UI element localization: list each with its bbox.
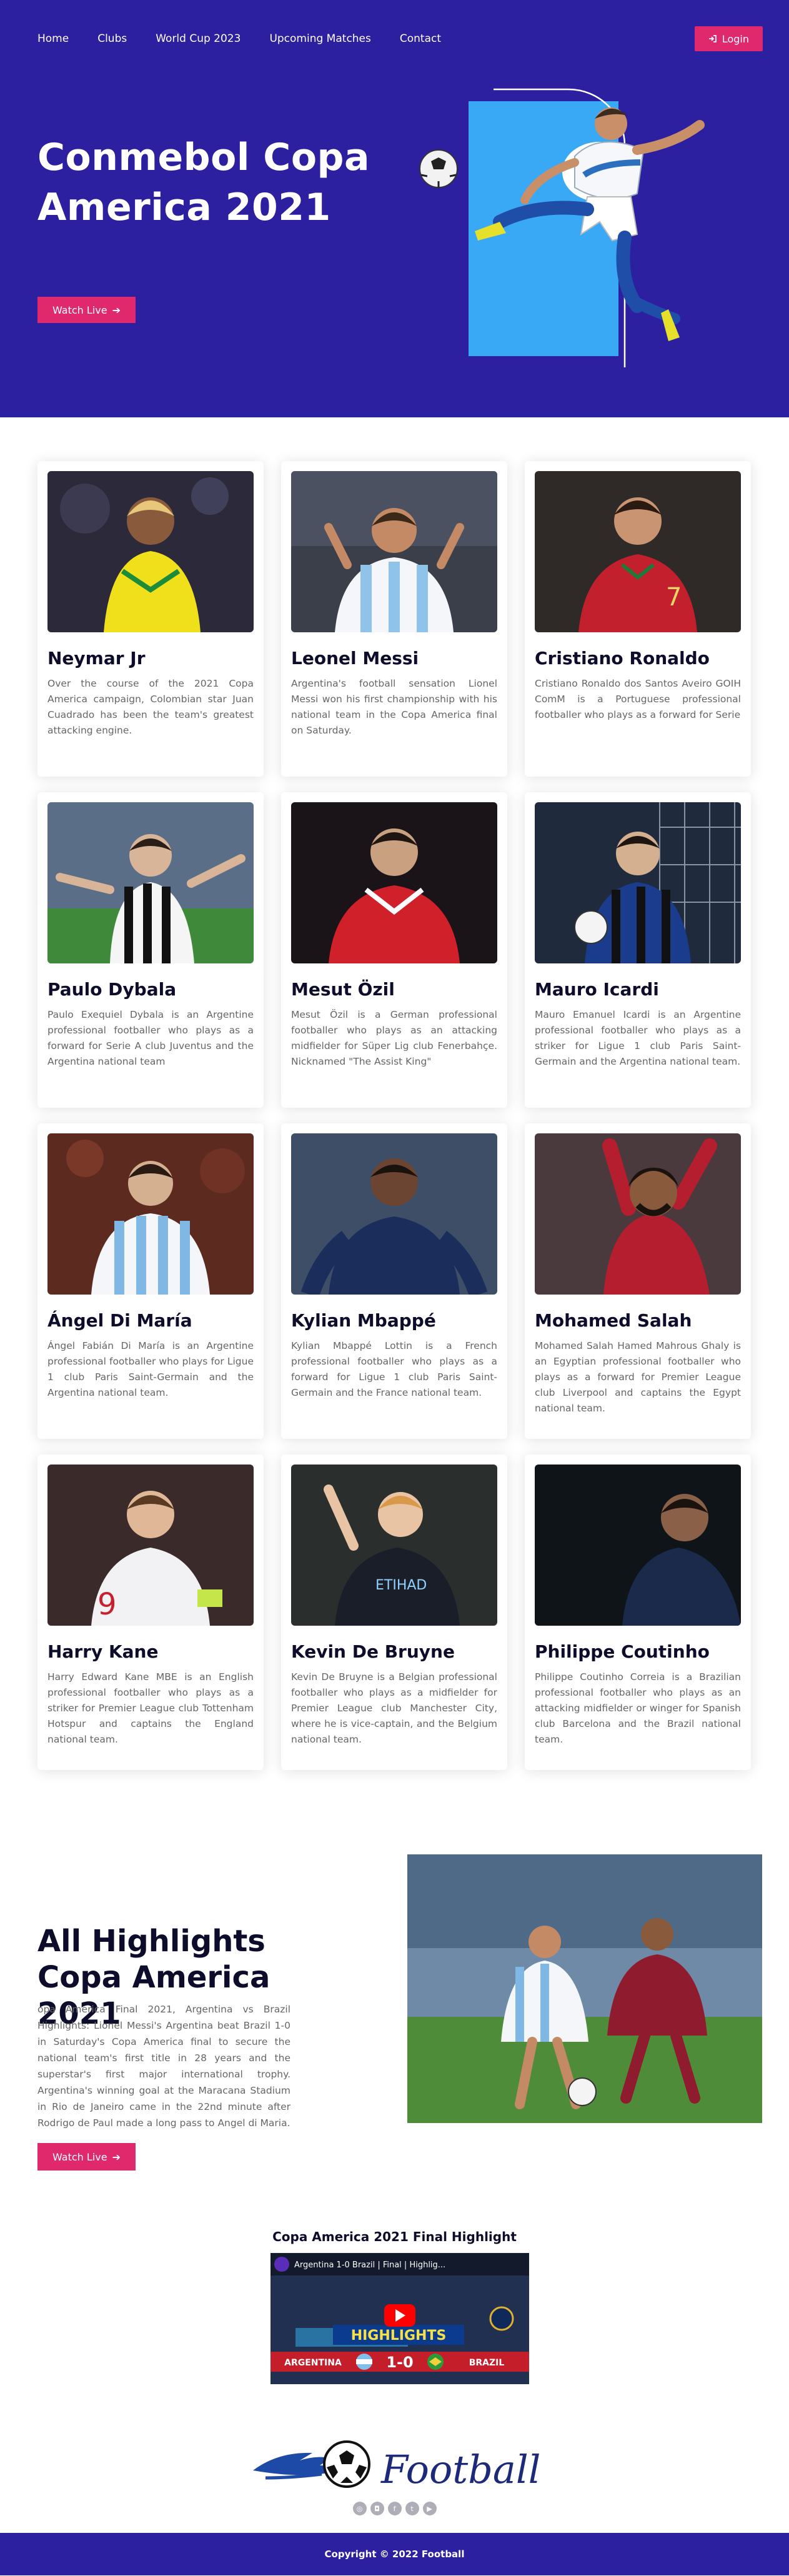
player-name: Philippe Coutinho: [535, 1641, 710, 1662]
nav-world-cup[interactable]: World Cup 2023: [156, 32, 241, 45]
player-photo: ETIHAD: [291, 1465, 497, 1626]
player-photo: [291, 802, 497, 963]
player-name: Kylian Mbappé: [291, 1310, 436, 1331]
player-card[interactable]: Mauro Icardi Mauro Emanuel Icardi is an …: [525, 792, 751, 1108]
player-description: Mesut Özil is a German professional foot…: [291, 1009, 497, 1067]
player-name: Mohamed Salah: [535, 1310, 692, 1331]
watch-live-button[interactable]: Watch Live ➔: [37, 297, 136, 323]
player-photo: [535, 1465, 741, 1626]
player-description: Mauro Emanuel Icardi is an Argentine pro…: [535, 1009, 741, 1067]
arrow-right-icon: ➔: [112, 304, 121, 316]
player-description: Harry Edward Kane MBE is an English prof…: [47, 1671, 254, 1745]
player-card[interactable]: Neymar Jr Over the course of the 2021 Co…: [37, 461, 264, 777]
channel-avatar: [274, 2257, 289, 2272]
player-card[interactable]: Philippe Coutinho Philippe Coutinho Corr…: [525, 1455, 751, 1770]
player-photo: [47, 1133, 254, 1295]
player-description: Cristiano Ronaldo dos Santos Aveiro GOIH…: [535, 678, 741, 720]
video-player[interactable]: Argentina 1-0 Brazil | Final | Highlig..…: [270, 2253, 529, 2384]
football-logo: Football: [253, 2440, 541, 2492]
player-card[interactable]: Ángel Di María Ángel Fabián Di María is …: [37, 1123, 264, 1439]
copyright-bar: Copyright © 2022 Football: [0, 2533, 789, 2575]
player-name: Kevin De Bruyne: [291, 1641, 455, 1662]
top-nav: Home Clubs World Cup 2023 Upcoming Match…: [37, 26, 763, 51]
login-button[interactable]: Login: [694, 26, 763, 51]
video-section: Copa America 2021 Final Highlight Argent…: [0, 2229, 789, 2384]
facebook-icon[interactable]: f: [387, 2502, 402, 2515]
player-description: Mohamed Salah Hamed Mahrous Ghaly is an …: [535, 1340, 741, 1414]
nav-links: Home Clubs World Cup 2023 Upcoming Match…: [37, 32, 470, 45]
globe-icon[interactable]: ◎: [352, 2502, 367, 2515]
watch-live-label: Watch Live: [52, 304, 107, 316]
player-card[interactable]: Paulo Dybala Paulo Exequiel Dybala is an…: [37, 792, 264, 1108]
nav-contact[interactable]: Contact: [400, 32, 441, 45]
players-grid: Neymar Jr Over the course of the 2021 Co…: [0, 461, 789, 1792]
hero-player-illustration: [419, 88, 705, 367]
player-photo: 9: [47, 1465, 254, 1626]
player-photo: [291, 1133, 497, 1295]
player-card[interactable]: ETIHAD Kevin De Bruyne Kevin De Bruyne i…: [281, 1455, 507, 1770]
player-card[interactable]: 7 Cristiano Ronaldo Cristiano Ronaldo do…: [525, 461, 751, 777]
social-links: ◎ ◘ f t ▶: [0, 2502, 789, 2515]
player-card[interactable]: Mohamed Salah Mohamed Salah Hamed Mahrou…: [525, 1123, 751, 1439]
team-left: ARGENTINA: [284, 2358, 342, 2368]
svg-text:7: 7: [666, 583, 682, 612]
hero-title: Conmebol Copa America 2021: [37, 136, 370, 229]
brand-name: Football: [380, 2447, 541, 2492]
svg-text:ETIHAD: ETIHAD: [375, 1578, 427, 1593]
twitter-icon[interactable]: t: [405, 2502, 419, 2515]
player-description: Kylian Mbappé Lottin is a French profess…: [291, 1340, 497, 1398]
instagram-icon[interactable]: ◘: [370, 2502, 384, 2515]
player-photo: [47, 802, 254, 963]
player-description: Paulo Exequiel Dybala is an Argentine pr…: [47, 1009, 254, 1067]
player-description: Ángel Fabián Di María is an Argentine pr…: [47, 1340, 254, 1398]
player-photo: [291, 471, 497, 632]
sign-in-icon: [708, 35, 717, 42]
score: 1-0: [386, 2354, 413, 2371]
login-label: Login: [722, 32, 749, 45]
svg-text:9: 9: [97, 1587, 117, 1622]
footer-brand: Football ◎ ◘ f t ▶: [0, 2433, 789, 2533]
player-name: Mesut Özil: [291, 979, 395, 1000]
arrow-right-icon: ➔: [112, 2151, 121, 2163]
player-photo: [47, 471, 254, 632]
player-card[interactable]: Mesut Özil Mesut Özil is a German profes…: [281, 792, 507, 1108]
highlights-watch-live-button[interactable]: Watch Live ➔: [37, 2143, 136, 2171]
player-photo: [535, 802, 741, 963]
hero-section: Home Clubs World Cup 2023 Upcoming Match…: [0, 0, 789, 417]
video-banner: HIGHLIGHTS: [351, 2328, 447, 2344]
player-card[interactable]: 9 Harry Kane Harry Edward Kane MBE is an…: [37, 1455, 264, 1770]
player-name: Mauro Icardi: [535, 979, 659, 1000]
player-description: Kevin De Bruyne is a Belgian professiona…: [291, 1671, 497, 1745]
video-section-title: Copa America 2021 Final Highlight: [272, 2229, 517, 2244]
highlights-description: opa America Final 2021, Argentina vs Bra…: [37, 2004, 290, 2129]
players-section: Neymar Jr Over the course of the 2021 Co…: [0, 417, 789, 1792]
player-name: Paulo Dybala: [47, 979, 177, 1000]
player-name: Ángel Di María: [47, 1310, 192, 1331]
copyright-text: Copyright © 2022 Football: [324, 2549, 465, 2560]
player-photo: 7: [535, 471, 741, 632]
player-description: Argentina's football sensation Lionel Me…: [291, 678, 497, 736]
team-right: BRAZIL: [469, 2358, 505, 2368]
match-photo: [407, 1854, 762, 2123]
player-name: Harry Kane: [47, 1641, 159, 1662]
watch-live-label: Watch Live: [52, 2151, 107, 2163]
nav-upcoming-matches[interactable]: Upcoming Matches: [269, 32, 370, 45]
player-photo: [535, 1133, 741, 1295]
player-description: Philippe Coutinho Correia is a Brazilian…: [535, 1671, 741, 1745]
player-description: Over the course of the 2021 Copa America…: [47, 678, 254, 736]
video-title: Argentina 1-0 Brazil | Final | Highlig..…: [294, 2260, 445, 2270]
player-name: Leonel Messi: [291, 648, 419, 669]
player-card[interactable]: Kylian Mbappé Kylian Mbappé Lottin is a …: [281, 1123, 507, 1439]
nav-clubs[interactable]: Clubs: [97, 32, 127, 45]
highlights-section: All Highlights Copa America 2021 opa Ame…: [0, 1792, 789, 2229]
youtube-icon[interactable]: ▶: [422, 2502, 437, 2515]
player-card[interactable]: Leonel Messi Argentina's football sensat…: [281, 461, 507, 777]
player-name: Cristiano Ronaldo: [535, 648, 710, 669]
nav-home[interactable]: Home: [37, 32, 69, 45]
player-name: Neymar Jr: [47, 648, 146, 669]
